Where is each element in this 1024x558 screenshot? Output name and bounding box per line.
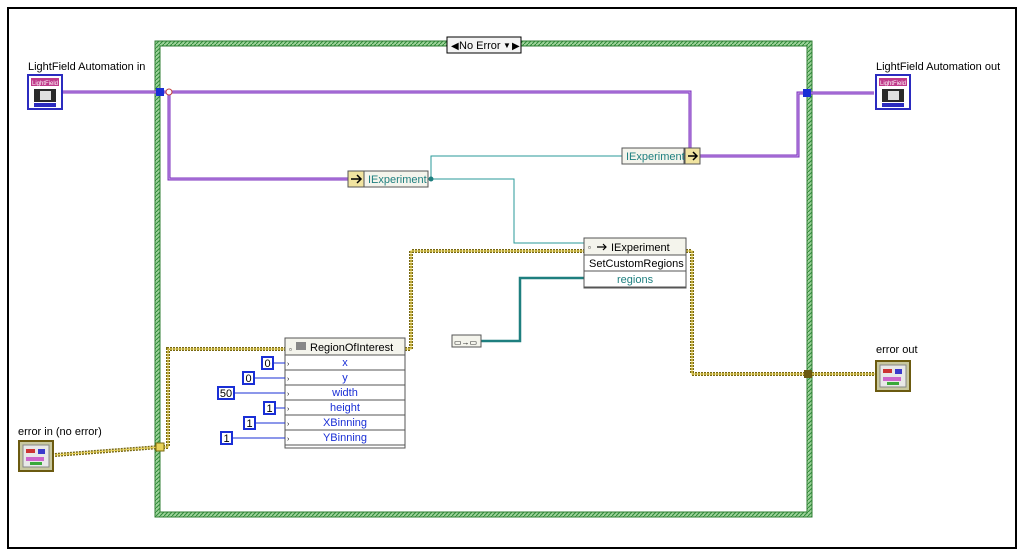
- coercion-dot: [165, 88, 173, 96]
- roi-field-label-y: y: [342, 372, 348, 384]
- numeric-constant-value: 0: [264, 358, 270, 370]
- invoke-error-in-glyph: ▫: [588, 243, 591, 252]
- error-in-tunnel: [155, 442, 165, 452]
- error-cluster-icon: [883, 369, 892, 373]
- automation-out-terminal[interactable]: LightField Automation out LightField: [875, 61, 1000, 110]
- constructor-icon: [296, 342, 306, 350]
- lightfield-icon-text: LightField: [880, 81, 906, 87]
- case-dropdown-icon[interactable]: ▼: [503, 41, 511, 50]
- case-prev-arrow[interactable]: ◀: [451, 41, 459, 52]
- error-cluster-icon: [26, 449, 35, 453]
- automation-out-label: LightField Automation out: [876, 61, 1000, 73]
- block-diagram: ◀ No Error ▼ ▶ LightField Automation in …: [7, 7, 1017, 549]
- wire-junction: [428, 176, 434, 182]
- roi-field-label-ybinning: YBinning: [323, 432, 367, 444]
- roi-constructor-node[interactable]: ▫ RegionOfInterest › x› y› width› height› XBi…: [284, 337, 406, 449]
- iexperiment-refnum-node-mid[interactable]: IExperiment: [347, 170, 429, 188]
- numeric-constant-value: 50: [220, 388, 232, 400]
- output-tunnel: [803, 89, 811, 97]
- roi-field-label-xbinning: XBinning: [323, 417, 367, 429]
- numeric-constant-value: 0: [245, 373, 251, 385]
- iexperiment-label-top: IExperiment: [626, 151, 685, 163]
- automation-in-label: LightField Automation in: [28, 61, 145, 73]
- lightfield-icon-text: LightField: [32, 81, 58, 87]
- error-in-label: error in (no error): [18, 426, 102, 438]
- automation-in-terminal[interactable]: LightField Automation in LightField: [27, 61, 145, 110]
- build-array-icon: ▭→▭: [454, 338, 477, 347]
- iexperiment-refnum-node-top[interactable]: IExperiment: [621, 147, 701, 165]
- build-array-node[interactable]: ▭→▭: [451, 334, 482, 348]
- numeric-constant-value: 1: [223, 433, 229, 445]
- invoke-param-label: regions: [617, 274, 654, 286]
- iexperiment-label-mid: IExperiment: [368, 174, 427, 186]
- case-next-arrow[interactable]: ▶: [512, 41, 520, 52]
- roi-error-in-glyph: ▫: [289, 345, 292, 354]
- block-diagram-canvas: ◀ No Error ▼ ▶ LightField Automation in …: [0, 0, 1024, 558]
- roi-field-label-width: width: [331, 387, 358, 399]
- error-out-tunnel: [804, 370, 812, 378]
- error-out-label: error out: [876, 344, 918, 356]
- case-selector[interactable]: ◀ No Error ▼ ▶: [446, 36, 522, 54]
- case-selector-label: No Error: [459, 40, 501, 52]
- roi-class-label: RegionOfInterest: [310, 342, 393, 354]
- roi-field-rows: › x› y› width› height› XBinning› YBinning: [284, 354, 406, 446]
- invoke-method-label: SetCustomRegions: [589, 258, 684, 270]
- invoke-node-setcustomregions[interactable]: ▫ IExperiment SetCustomRegions regions: [583, 237, 687, 289]
- error-out-terminal[interactable]: error out: [875, 344, 918, 392]
- case-structure[interactable]: [154, 40, 813, 518]
- invoke-class-label: IExperiment: [611, 242, 670, 254]
- roi-field-label-height: height: [330, 402, 360, 414]
- input-tunnel: [156, 88, 164, 96]
- numeric-constant-value: 1: [246, 418, 252, 430]
- numeric-constant-value: 1: [266, 403, 272, 415]
- error-in-terminal[interactable]: error in (no error): [18, 426, 102, 472]
- roi-field-label-x: x: [342, 357, 348, 369]
